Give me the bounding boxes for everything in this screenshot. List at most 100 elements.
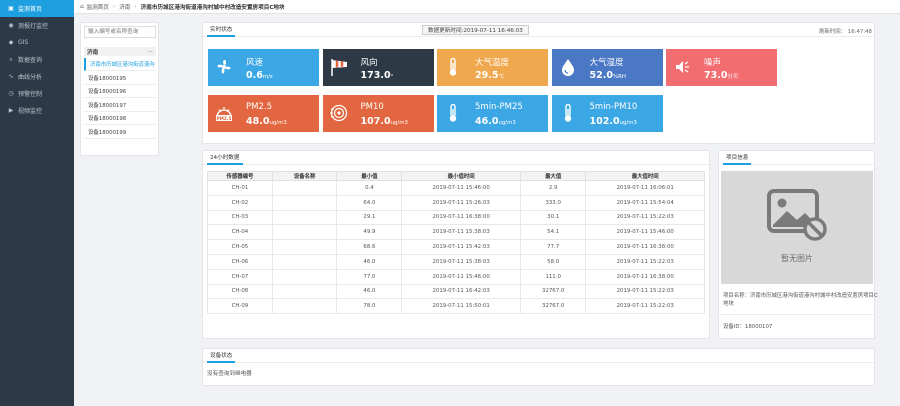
sidebar-item-5[interactable]: ◷ 预警控制 — [0, 85, 74, 102]
sidebar-item-label: 测报灯监控 — [18, 23, 49, 30]
map-icon: ◆ — [8, 39, 14, 46]
thermometer-icon — [443, 57, 463, 77]
no-image-text: 暂无图片 — [781, 254, 813, 263]
collapse-icon[interactable]: — — [147, 49, 153, 55]
metric-card: 大气湿度 52.0%RH — [551, 49, 663, 86]
sidebar-item-6[interactable]: ▶ 视频监控 — [0, 102, 74, 119]
tab-project-info[interactable]: 项目信息 — [723, 151, 752, 165]
metric-value: 73.0分贝 — [704, 70, 739, 81]
thermometer-icon — [443, 103, 463, 123]
sidebar-item-label: 曲线分析 — [18, 74, 43, 81]
table-row[interactable]: CH-04 49.9 2019-07-11 15:38:03 54.1 2019-07-… — [207, 224, 705, 241]
table-row[interactable]: CH-09 78.0 2019-07-11 15:50:01 32767.0 2019-… — [207, 298, 705, 315]
table-row[interactable]: CH-08 46.0 2019-07-11 16:42:03 32767.0 2019-… — [207, 283, 705, 300]
metric-label: PM2.5 — [246, 102, 272, 112]
table-cell: CH-08 — [207, 283, 273, 300]
table-cell: 46.0 — [336, 283, 403, 300]
metric-value: 46.0ug/m3 — [475, 116, 516, 127]
project-panel: 项目信息 暂无图片 项目名称：济南市历城区港沟街道港沟村城中村改造安置房项目C地… — [718, 150, 878, 339]
table-cell: 2019-07-11 15:46:00 — [585, 224, 705, 241]
table-row[interactable]: CH-01 0.4 2019-07-11 15:46:00 2.9 2019-07-11… — [207, 180, 705, 196]
table-cell: 77.7 — [519, 239, 587, 255]
metric-card: 噪声 73.0分贝 — [666, 49, 777, 86]
device-search-input[interactable] — [84, 26, 156, 38]
column-header[interactable]: 最小值时间 — [401, 171, 521, 181]
table-cell: CH-03 — [207, 209, 273, 226]
home-icon: ▣ — [8, 5, 14, 12]
metric-value: 29.5℃ — [475, 70, 505, 81]
sidebar-item-0[interactable]: ▣ 监测首页 — [0, 0, 74, 17]
breadcrumb: ⌂ 监测首页 › 济南 › 济南市历城区港沟街道港沟村城中村改造安置房项目C地块 — [74, 0, 900, 14]
sidebar-item-2[interactable]: ◆ GIS — [0, 34, 74, 51]
table-row[interactable]: CH-02 64.0 2019-07-11 15:26:03 333.0 2019-07… — [207, 194, 705, 211]
metric-label: 噪声 — [704, 58, 722, 68]
tree-item[interactable]: 设备18000195 — [84, 72, 156, 85]
table-cell — [271, 194, 338, 211]
device-status-panel: 设备状态 没有查询到继电器 — [202, 348, 875, 386]
metric-label: 大气湿度 — [589, 58, 624, 68]
metric-label: 5min-PM25 — [475, 102, 523, 112]
project-image-placeholder: 暂无图片 — [721, 171, 873, 284]
breadcrumb-current: 济南市历城区港沟街道港沟村城中村改造安置房项目C地块 — [140, 4, 285, 11]
table-row[interactable]: CH-05 68.6 2019-07-11 15:42:03 77.7 2019-07-… — [207, 239, 705, 255]
hist-table: 传感器编号 设备名称 最小值 最小值时间 最大值 最大值时间 CH-01 0.4 2019-0… — [207, 171, 705, 315]
table-cell: 2019-07-11 15:26:03 — [401, 194, 521, 211]
tab-device-status[interactable]: 设备状态 — [207, 349, 236, 363]
tab-realtime[interactable]: 实时状态 — [207, 23, 236, 37]
table-row[interactable]: CH-07 77.0 2019-07-11 15:46:00 111.0 2019-07… — [207, 268, 705, 285]
tab-24h-data[interactable]: 24小时数据 — [207, 151, 243, 165]
breadcrumb-level1[interactable]: 济南 — [119, 3, 130, 11]
table-cell: 2019-07-11 15:38:03 — [401, 224, 521, 241]
metric-label: 风速 — [246, 58, 264, 68]
table-cell — [271, 239, 338, 255]
table-cell: 77.0 — [336, 268, 403, 285]
table-cell: 2019-07-11 16:06:01 — [585, 180, 705, 196]
table-row[interactable]: CH-03 29.1 2019-07-11 16:38:00 30.1 2019-07-… — [207, 209, 705, 226]
column-header[interactable]: 最大值时间 — [585, 171, 705, 181]
metric-card: 5min-PM10 102.0ug/m3 — [551, 95, 663, 132]
table-cell: 2019-07-11 15:42:03 — [401, 239, 521, 255]
column-header[interactable]: 设备名称 — [271, 171, 338, 181]
home-icon[interactable]: ⌂ — [80, 4, 84, 10]
tree-item[interactable]: 设备18000197 — [84, 99, 156, 112]
table-cell: 2019-07-11 15:22:03 — [585, 283, 705, 300]
table-cell: 2.9 — [519, 180, 587, 196]
droplet-icon — [558, 57, 578, 77]
table-cell: CH-01 — [207, 180, 273, 196]
lamp-icon: ◉ — [8, 22, 14, 29]
update-time: 数据更新时间:2019-07-11 16:46:03 — [422, 25, 529, 35]
table-cell — [271, 209, 338, 226]
table-cell — [271, 298, 338, 315]
metric-label: 5min-PM10 — [589, 102, 638, 112]
table-cell: 32767.0 — [519, 283, 587, 300]
table-cell: 2019-07-11 15:46:00 — [401, 180, 521, 196]
sidebar-item-3[interactable]: ⌕ 数据查询 — [0, 51, 74, 68]
metric-value: 48.0ug/m3 — [246, 116, 287, 127]
table-cell: 2019-07-11 16:38:00 — [585, 239, 705, 255]
metric-value: 0.6m/s — [246, 70, 273, 81]
sidebar-item-4[interactable]: ∿ 曲线分析 — [0, 68, 74, 85]
tree-item[interactable]: 设备18000198 — [84, 112, 156, 125]
device-id: 设备ID：18000107 — [723, 324, 773, 330]
tree-item[interactable]: 设备18000196 — [84, 85, 156, 98]
column-header[interactable]: 最大值 — [519, 171, 587, 181]
table-cell: 2019-07-11 15:50:01 — [401, 298, 521, 315]
column-header[interactable]: 传感器编号 — [207, 171, 273, 181]
table-cell — [271, 224, 338, 241]
tree-item[interactable]: 设备18000199 — [84, 126, 156, 139]
breadcrumb-home[interactable]: 监测首页 — [87, 3, 109, 11]
sidebar-item-1[interactable]: ◉ 测报灯监控 — [0, 17, 74, 34]
table-cell: 29.1 — [336, 209, 403, 226]
pm10-icon — [329, 103, 349, 123]
table-cell — [271, 253, 338, 270]
hist-panel: 24小时数据 传感器编号 设备名称 最小值 最小值时间 最大值 最大值时间 CH-01 0.… — [202, 150, 710, 339]
tree-item[interactable]: 济南市历城区港沟街道港沟 — [84, 58, 156, 71]
column-header[interactable]: 最小值 — [336, 171, 403, 181]
alarm-icon: ◷ — [8, 90, 14, 97]
table-cell: 2019-07-11 16:38:00 — [401, 209, 521, 226]
table-cell: 30.1 — [519, 209, 587, 226]
speaker-icon — [672, 57, 692, 77]
table-cell: CH-02 — [207, 194, 273, 211]
table-row[interactable]: CH-06 46.0 2019-07-11 15:38:03 58.0 2019-07-… — [207, 253, 705, 270]
tree-group-jinan[interactable]: 济南 — — [84, 47, 156, 56]
